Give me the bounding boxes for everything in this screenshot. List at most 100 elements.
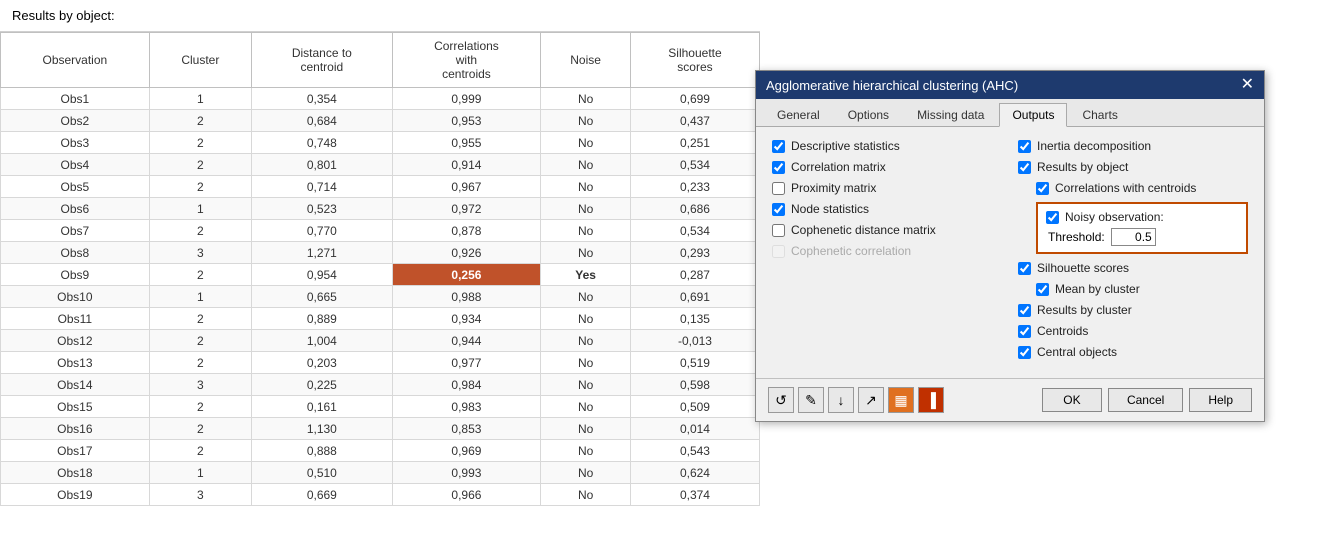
help-button[interactable]: Help — [1189, 388, 1252, 412]
table-cell: 0,374 — [630, 484, 759, 506]
table-cell: 0,748 — [252, 132, 393, 154]
table-cell: 2 — [149, 440, 251, 462]
correlations-with-centroids-label: Correlations with centroids — [1055, 181, 1196, 195]
column-header: Silhouettescores — [630, 33, 759, 88]
table-cell: Obs1 — [1, 88, 150, 110]
table-cell: 0,691 — [630, 286, 759, 308]
tab-missing-data[interactable]: Missing data — [904, 103, 997, 126]
export-icon[interactable]: ↗ — [858, 387, 884, 413]
checkbox-input[interactable] — [1018, 262, 1031, 275]
table-cell: Obs15 — [1, 396, 150, 418]
table-cell: 0,233 — [630, 176, 759, 198]
table-cell: No — [541, 110, 631, 132]
table-cell: No — [541, 462, 631, 484]
table-row: Obs220,6840,953No0,437 — [1, 110, 760, 132]
checkbox-input[interactable] — [1036, 283, 1049, 296]
edit-icon[interactable]: ✎ — [798, 387, 824, 413]
grid-right-icon[interactable]: ▐ — [918, 387, 944, 413]
dialog-footer: ↺✎↓↗▦▐ OK Cancel Help — [756, 378, 1264, 421]
dialog-tabs: GeneralOptionsMissing dataOutputsCharts — [756, 99, 1264, 127]
reset-icon[interactable]: ↺ — [768, 387, 794, 413]
table-cell: 0,523 — [252, 198, 393, 220]
checkbox-row: Correlation matrix — [772, 160, 1002, 174]
table-cell: No — [541, 132, 631, 154]
noisy-observation-row: Noisy observation: — [1046, 210, 1238, 224]
table-cell: 0,999 — [392, 88, 541, 110]
table-cell: 0,287 — [630, 264, 759, 286]
table-cell: 0,203 — [252, 352, 393, 374]
table-row: Obs610,5230,972No0,686 — [1, 198, 760, 220]
table-cell: 0,509 — [630, 396, 759, 418]
table-cell: 0,437 — [630, 110, 759, 132]
checkbox-input[interactable] — [1018, 140, 1031, 153]
checkbox-label: Results by object — [1037, 160, 1128, 174]
table-cell: Obs13 — [1, 352, 150, 374]
checkbox-label: Cophenetic correlation — [791, 244, 911, 258]
checkbox-input[interactable] — [772, 245, 785, 258]
checkbox-label: Descriptive statistics — [791, 139, 900, 153]
table-cell: 0,686 — [630, 198, 759, 220]
checkbox-input[interactable] — [772, 182, 785, 195]
checkbox-input[interactable] — [1018, 325, 1031, 338]
checkbox-input[interactable] — [772, 140, 785, 153]
dialog-close-button[interactable]: ✕ — [1241, 77, 1254, 93]
table-cell: 0,256 — [392, 264, 541, 286]
table-cell: 0,955 — [392, 132, 541, 154]
down-icon[interactable]: ↓ — [828, 387, 854, 413]
table-cell: 2 — [149, 154, 251, 176]
grid-left-icon[interactable]: ▦ — [888, 387, 914, 413]
table-cell: 2 — [149, 264, 251, 286]
spreadsheet: Results by object: ObservationClusterDis… — [0, 0, 760, 555]
table-cell: Obs10 — [1, 286, 150, 308]
checkbox-row: Cophenetic correlation — [772, 244, 1002, 258]
threshold-input[interactable] — [1111, 228, 1156, 246]
checkbox-label: Silhouette scores — [1037, 261, 1129, 275]
results-label: Results by object: — [0, 0, 760, 32]
table-cell: Obs6 — [1, 198, 150, 220]
checkbox-input[interactable] — [1018, 161, 1031, 174]
checkbox-input[interactable] — [1018, 304, 1031, 317]
dialog-titlebar: Agglomerative hierarchical clustering (A… — [756, 71, 1264, 99]
table-cell: No — [541, 374, 631, 396]
left-column: Descriptive statistics Correlation matrix… — [772, 139, 1002, 366]
checkbox-input[interactable] — [1018, 346, 1031, 359]
column-header: Distance tocentroid — [252, 33, 393, 88]
cancel-button[interactable]: Cancel — [1108, 388, 1183, 412]
checkbox-input[interactable] — [772, 203, 785, 216]
checkbox-input[interactable] — [772, 161, 785, 174]
checkbox-row: Mean by cluster — [1036, 282, 1248, 296]
tab-options[interactable]: Options — [835, 103, 902, 126]
table-row: Obs320,7480,955No0,251 — [1, 132, 760, 154]
table-row: Obs1221,0040,944No-0,013 — [1, 330, 760, 352]
tab-outputs[interactable]: Outputs — [999, 103, 1067, 127]
correlations-with-centroids-checkbox[interactable] — [1036, 182, 1049, 195]
table-cell: 0,135 — [630, 308, 759, 330]
table-cell: No — [541, 242, 631, 264]
table-cell: 0,714 — [252, 176, 393, 198]
table-cell: Obs19 — [1, 484, 150, 506]
checkbox-input[interactable] — [772, 224, 785, 237]
table-cell: -0,013 — [630, 330, 759, 352]
checkbox-label: Node statistics — [791, 202, 869, 216]
tab-charts[interactable]: Charts — [1069, 103, 1130, 126]
table-cell: Yes — [541, 264, 631, 286]
tab-general[interactable]: General — [764, 103, 833, 126]
table-cell: No — [541, 418, 631, 440]
checkbox-row: Cophenetic distance matrix — [772, 223, 1002, 237]
table-cell: Obs8 — [1, 242, 150, 264]
noisy-observation-checkbox[interactable] — [1046, 211, 1059, 224]
table-cell: 2 — [149, 220, 251, 242]
column-header: Correlationswithcentroids — [392, 33, 541, 88]
ok-button[interactable]: OK — [1042, 388, 1102, 412]
table-row: Obs831,2710,926No0,293 — [1, 242, 760, 264]
dialog-body: Descriptive statistics Correlation matrix… — [756, 127, 1264, 378]
table-cell: Obs11 — [1, 308, 150, 330]
table-cell: No — [541, 176, 631, 198]
table-cell: 3 — [149, 374, 251, 396]
table-cell: 0,801 — [252, 154, 393, 176]
table-row: Obs1810,5100,993No0,624 — [1, 462, 760, 484]
table-cell: 2 — [149, 418, 251, 440]
footer-buttons: OK Cancel Help — [1042, 388, 1252, 412]
table-cell: 0,665 — [252, 286, 393, 308]
table-cell: 2 — [149, 308, 251, 330]
